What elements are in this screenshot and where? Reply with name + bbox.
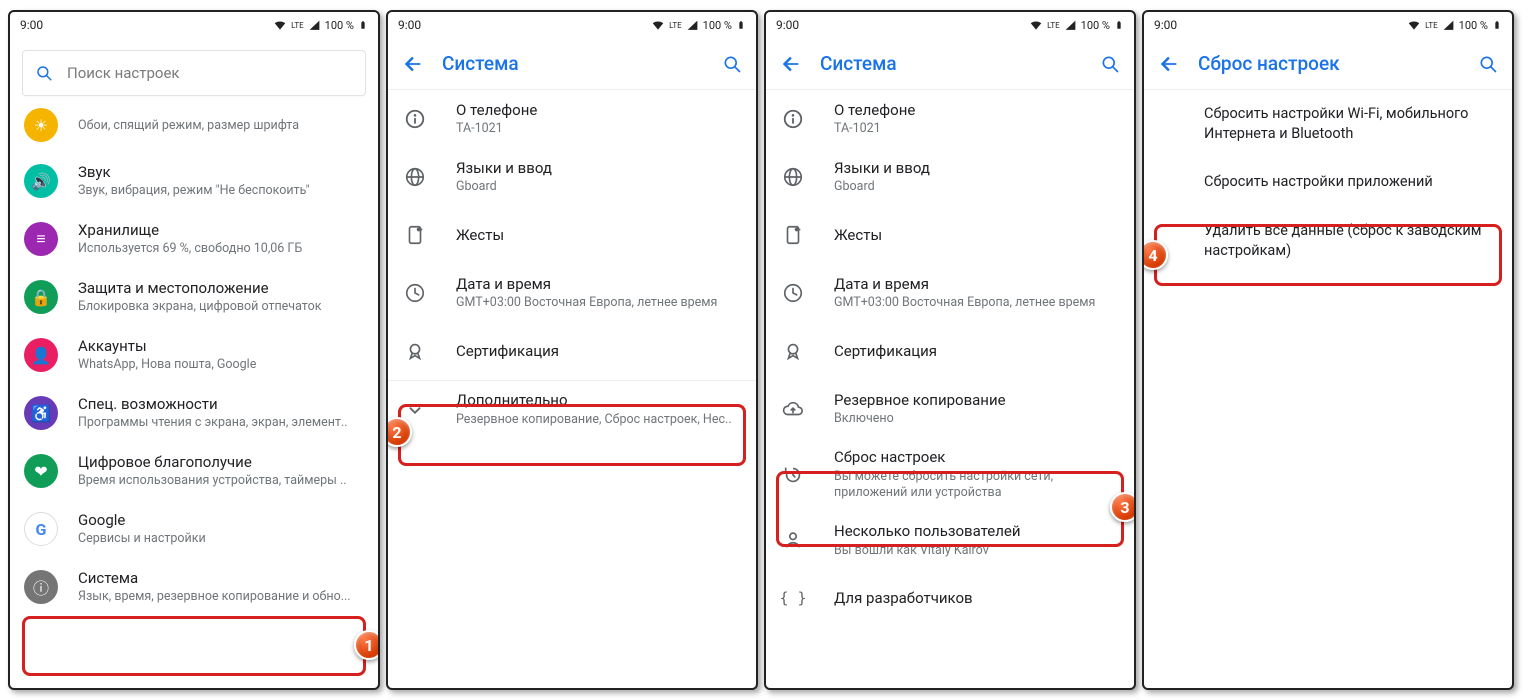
battery-icon — [1114, 18, 1124, 32]
search-icon — [35, 64, 53, 82]
system-about[interactable]: О телефонеTA-1021 — [388, 90, 756, 148]
setting-sound[interactable]: 🔊 Звук Звук, вибрация, режим "Не беспоко… — [10, 152, 378, 210]
settings-search[interactable]: Поиск настроек — [22, 50, 366, 96]
info-icon — [780, 102, 806, 136]
system-reset[interactable]: Сброс настроекВы можете сбросить настрой… — [766, 438, 1134, 511]
cloud-upload-icon — [780, 392, 806, 426]
system-lang[interactable]: Языки и вводGboard — [766, 148, 1134, 206]
badge-icon — [780, 334, 806, 368]
accessibility-icon: ♿ — [24, 396, 58, 430]
lock-icon: 🔒 — [24, 280, 58, 314]
setting-system[interactable]: ⓘ Система Язык, время, резервное копиров… — [10, 558, 378, 616]
system-about[interactable]: О телефонеTA-1021 — [766, 90, 1134, 148]
status-right: LTE 100 % — [273, 18, 368, 32]
signal-icon — [686, 19, 699, 32]
system-cert[interactable]: Сертификация — [766, 322, 1134, 380]
gesture-icon — [780, 218, 806, 252]
clock-icon — [780, 276, 806, 310]
wifi-icon — [273, 18, 287, 32]
back-button[interactable] — [780, 53, 802, 75]
setting-storage[interactable]: ≡ Хранилище Используется 69 %, свободно … — [10, 210, 378, 268]
setting-google[interactable]: G Google Сервисы и настройки — [10, 500, 378, 558]
step-badge-3: 3 — [1110, 492, 1136, 522]
reset-network[interactable]: Сбросить настройки Wi-Fi, мобильного Инт… — [1144, 90, 1512, 157]
setting-accessibility[interactable]: ♿ Спец. возможности Программы чтения с э… — [10, 384, 378, 442]
battery-icon — [736, 18, 746, 32]
back-button[interactable] — [402, 53, 424, 75]
system-icon: ⓘ — [24, 570, 58, 604]
accounts-icon: 👤 — [24, 338, 58, 372]
system-developer[interactable]: { } Для разработчиков — [766, 569, 1134, 627]
status-time: 9:00 — [20, 18, 43, 32]
system-cert[interactable]: Сертификация — [388, 322, 756, 380]
system-gestures[interactable]: Жесты — [388, 206, 756, 264]
search-button[interactable] — [722, 54, 742, 74]
reset-factory[interactable]: Удалить все данные (сброс к заводским на… — [1144, 207, 1512, 274]
volume-icon: 🔊 — [24, 164, 58, 198]
reset-options-screen: 9:00 LTE 100 % Сброс настроек Сбросить н… — [1142, 10, 1514, 690]
system-advanced[interactable]: ДополнительноРезервное копирование, Сбро… — [388, 380, 756, 438]
statusbar: 9:00 LTE 100 % — [388, 12, 756, 38]
system-lang[interactable]: Языки и вводGboard — [388, 148, 756, 206]
setting-security[interactable]: 🔒 Защита и местоположение Блокировка экр… — [10, 268, 378, 326]
setting-accounts[interactable]: 👤 Аккаунты WhatsApp, Нова пошта, Google — [10, 326, 378, 384]
reset-icon — [780, 458, 806, 492]
wifi-icon — [651, 18, 665, 32]
wifi-icon — [1029, 18, 1043, 32]
system-list: О телефонеTA-1021 Языки и вводGboard Жес… — [766, 90, 1134, 688]
globe-icon — [402, 160, 428, 194]
settings-list: ☀ Обои, спящий режим, размер шрифта 🔊 Зв… — [10, 106, 378, 688]
appbar: Система — [388, 38, 756, 90]
appbar: Сброс настроек — [1144, 38, 1512, 90]
display-icon: ☀ — [24, 108, 58, 142]
statusbar: 9:00 LTE 100 % — [10, 12, 378, 38]
developer-icon: { } — [780, 581, 806, 615]
battery-icon — [1492, 18, 1502, 32]
badge-icon — [402, 334, 428, 368]
system-backup[interactable]: Резервное копированиеВключено — [766, 380, 1134, 438]
system-datetime[interactable]: Дата и времяGMT+03:00 Восточная Европа, … — [766, 264, 1134, 322]
reset-list: Сбросить настройки Wi-Fi, мобильного Инт… — [1144, 90, 1512, 688]
page-title: Система — [442, 52, 704, 75]
globe-icon — [780, 160, 806, 194]
appbar: Система — [766, 38, 1134, 90]
status-lte: LTE — [291, 21, 304, 30]
user-icon — [780, 523, 806, 557]
clock-icon — [402, 276, 428, 310]
status-battery: 100 % — [325, 19, 354, 32]
signal-icon — [308, 19, 321, 32]
statusbar: 9:00 LTE 100 % — [766, 12, 1134, 38]
search-placeholder: Поиск настроек — [67, 64, 353, 82]
signal-icon — [1064, 19, 1077, 32]
wifi-icon — [1407, 18, 1421, 32]
system-users[interactable]: Несколько пользователейВы вошли как Vita… — [766, 511, 1134, 569]
system-datetime[interactable]: Дата и времяGMT+03:00 Восточная Европа, … — [388, 264, 756, 322]
battery-icon — [358, 18, 368, 32]
storage-icon: ≡ — [24, 222, 58, 256]
info-icon — [402, 102, 428, 136]
step-badge-1: 1 — [354, 630, 380, 660]
page-title: Система — [820, 52, 1082, 75]
system-screen-collapsed: 9:00 LTE 100 % Система О телефонеTA-1021… — [386, 10, 758, 690]
wellbeing-icon: ❤ — [24, 454, 58, 488]
reset-apps[interactable]: Сбросить настройки приложений — [1144, 157, 1512, 207]
page-title: Сброс настроек — [1198, 52, 1460, 75]
search-button[interactable] — [1478, 54, 1498, 74]
search-button[interactable] — [1100, 54, 1120, 74]
back-button[interactable] — [1158, 53, 1180, 75]
google-icon: G — [24, 512, 58, 546]
system-screen-expanded: 9:00 LTE 100 % Система О телефонеTA-1021… — [764, 10, 1136, 690]
system-list: О телефонеTA-1021 Языки и вводGboard Жес… — [388, 90, 756, 688]
system-gestures[interactable]: Жесты — [766, 206, 1134, 264]
signal-icon — [1442, 19, 1455, 32]
gesture-icon — [402, 218, 428, 252]
statusbar: 9:00 LTE 100 % — [1144, 12, 1512, 38]
settings-main-screen: 9:00 LTE 100 % Поиск настроек ☀ Обои, сп… — [8, 10, 380, 690]
setting-wellbeing[interactable]: ❤ Цифровое благополучие Время использова… — [10, 442, 378, 500]
setting-display[interactable]: ☀ Обои, спящий режим, размер шрифта — [10, 106, 378, 152]
